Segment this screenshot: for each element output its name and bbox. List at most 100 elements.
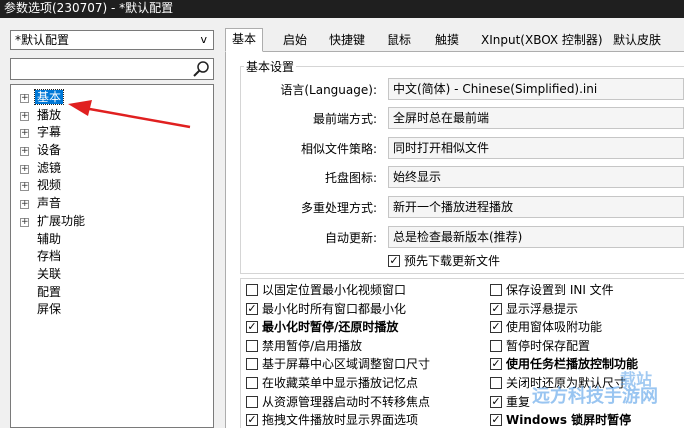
window-title: 参数选项(230707) - *默认配置 <box>0 0 684 18</box>
tree-item-label: 滤镜 <box>37 160 62 175</box>
expand-icon[interactable]: + <box>20 94 29 103</box>
tab-0[interactable]: 基本 <box>225 28 264 52</box>
option-checkbox[interactable]: 暂停时保存配置 <box>490 338 590 354</box>
tree-item[interactable]: 辅助 <box>11 231 213 249</box>
tree-item-label: 屏保 <box>37 302 62 317</box>
tree-item-label: 辅助 <box>37 231 62 246</box>
checkbox-label: 最小化时所有窗口都最小化 <box>262 301 407 316</box>
tree-item[interactable]: + 基本 <box>11 89 213 107</box>
tree-item[interactable]: + 字幕 <box>11 124 213 142</box>
search-icon[interactable] <box>191 60 211 78</box>
option-checkbox[interactable]: 以固定位置最小化视频窗口 <box>246 282 406 298</box>
tree-item-label: 存档 <box>37 249 62 264</box>
setting-dropdown[interactable]: 全屏时总在最前端 <box>388 107 684 129</box>
tree-item-label: 配置 <box>37 284 62 299</box>
checkbox-label: 最小化时暂停/还原时播放 <box>262 320 399 335</box>
search-input[interactable] <box>10 58 214 80</box>
option-checkbox[interactable]: ✓ Windows 锁屏时暂停 <box>490 412 631 428</box>
tree-item[interactable]: 配置 <box>11 284 213 302</box>
checkbox-label: 基于屏幕中心区域调整窗口尺寸 <box>262 357 431 372</box>
setting-label: 相似文件策略: <box>300 142 377 156</box>
checkbox-label: 以固定位置最小化视频窗口 <box>262 283 407 297</box>
setting-label: 最前端方式: <box>312 112 377 126</box>
watermark-line2: 远方科技手游网 <box>532 386 658 407</box>
tab-2[interactable]: 快捷键 <box>323 30 371 51</box>
tab-5[interactable]: XInput(XBOX 控制器) <box>475 30 609 51</box>
tree-item[interactable]: 关联 <box>11 266 213 284</box>
tree-item[interactable]: + 滤镜 <box>11 160 213 178</box>
expand-icon[interactable]: + <box>20 164 29 174</box>
option-checkbox[interactable]: ✓ 最小化时所有窗口都最小化 <box>246 301 406 317</box>
tree-item-label: 基本 <box>33 89 65 105</box>
checkbox-label: 在收藏菜单中显示播放记忆点 <box>262 376 419 390</box>
setting-dropdown[interactable]: 同时打开相似文件 <box>388 137 684 159</box>
checkbox-label: 拖拽文件播放时显示界面选项 <box>262 413 419 428</box>
tab-1[interactable]: 启始 <box>277 30 313 51</box>
setting-label: 托盘图标: <box>324 171 377 185</box>
setting-label: 多重处理方式: <box>300 201 377 215</box>
expand-icon[interactable]: + <box>20 129 29 139</box>
tab-bar: 基本 启始 快捷键 鼠标 触摸 XInput(XBOX 控制器) 默认皮肤 <box>225 28 684 52</box>
settings-tree[interactable]: + 基本 + 播放 + 字幕 + 设备 + 滤镜 + 视频 + 声音 + 扩展功能 辅助 存档 关联 配置 屏保 <box>10 84 214 428</box>
option-checkbox[interactable]: ✓ 使用窗体吸附功能 <box>490 319 602 335</box>
tree-item-label: 字幕 <box>37 125 62 140</box>
prerelease-download-checkbox[interactable]: ✓ 预先下载更新文件 <box>388 253 500 269</box>
checkbox-box: ✓ <box>388 254 400 267</box>
checkbox-label: 从资源管理器启动时不转移焦点 <box>262 394 431 409</box>
setting-label: 自动更新: <box>324 231 377 245</box>
checkbox-box: ✓ <box>490 320 502 334</box>
tree-item-label: 声音 <box>37 196 62 211</box>
checkbox-box: ✓ <box>246 301 258 315</box>
tree-item[interactable]: 屏保 <box>11 301 213 319</box>
checkbox-box: ✓ <box>246 413 258 427</box>
expand-icon[interactable]: + <box>20 182 29 192</box>
tree-item[interactable]: 存档 <box>11 248 213 266</box>
checkbox-label: 重复 <box>506 394 531 409</box>
expand-icon[interactable]: + <box>20 147 29 157</box>
option-checkbox[interactable]: ✓ 重复 <box>490 394 530 410</box>
tree-item-label: 设备 <box>37 143 62 158</box>
checkbox-box <box>490 284 502 296</box>
expand-icon[interactable]: + <box>20 111 29 121</box>
option-checkbox[interactable]: 在收藏菜单中显示播放记忆点 <box>246 375 418 391</box>
option-checkbox[interactable]: 从资源管理器启动时不转移焦点 <box>246 394 430 410</box>
option-checkbox[interactable]: ✓ 使用任务栏播放控制功能 <box>490 356 638 372</box>
tree-item[interactable]: + 声音 <box>11 195 213 213</box>
checkbox-label: 显示浮悬提示 <box>506 301 579 316</box>
checkbox-label: 使用窗体吸附功能 <box>506 320 603 335</box>
tab-6[interactable]: 默认皮肤 <box>607 30 667 51</box>
tab-4[interactable]: 触摸 <box>429 30 465 51</box>
option-checkbox[interactable]: ✓ 最小化时暂停/还原时播放 <box>246 319 398 335</box>
checkbox-label: 暂停时保存配置 <box>506 338 591 353</box>
setting-dropdown[interactable]: 总是检查最新版本(推荐) <box>388 226 684 248</box>
checkbox-label: 预先下载更新文件 <box>404 254 501 268</box>
setting-label: 语言(Language): <box>280 83 377 97</box>
tree-item-label: 视频 <box>37 178 62 193</box>
tree-item[interactable]: + 扩展功能 <box>11 213 213 231</box>
option-checkbox[interactable]: 基于屏幕中心区域调整窗口尺寸 <box>246 356 430 372</box>
checkbox-box <box>246 377 258 389</box>
option-checkbox[interactable]: ✓ 显示浮悬提示 <box>490 301 578 317</box>
checkbox-box <box>246 339 258 352</box>
tree-item[interactable]: + 设备 <box>11 142 213 160</box>
checkbox-box: ✓ <box>490 394 502 408</box>
profile-dropdown[interactable]: *默认配置 v <box>10 30 214 50</box>
tree-item[interactable]: + 视频 <box>11 177 213 195</box>
checkbox-box: ✓ <box>490 301 502 315</box>
setting-dropdown[interactable]: 中文(简体) - Chinese(Simplified).ini <box>388 78 684 100</box>
profile-dropdown-value: *默认配置 <box>15 33 70 47</box>
option-checkbox[interactable]: 禁用暂停/启用播放 <box>246 338 362 354</box>
expand-icon[interactable]: + <box>20 200 29 210</box>
expand-icon[interactable]: + <box>20 217 29 227</box>
tree-item-label: 关联 <box>37 266 62 281</box>
checkbox-box <box>490 377 502 389</box>
option-checkbox[interactable]: ✓ 拖拽文件播放时显示界面选项 <box>246 412 418 428</box>
option-checkbox[interactable]: 保存设置到 INI 文件 <box>490 282 614 298</box>
checkbox-box: ✓ <box>246 320 258 334</box>
setting-dropdown[interactable]: 始终显示 <box>388 166 684 188</box>
tab-3[interactable]: 鼠标 <box>381 30 417 51</box>
tree-item[interactable]: + 播放 <box>11 107 213 125</box>
setting-dropdown[interactable]: 新开一个播放进程播放 <box>388 196 684 218</box>
checkbox-label: Windows 锁屏时暂停 <box>506 413 632 428</box>
checkbox-box <box>246 284 258 296</box>
